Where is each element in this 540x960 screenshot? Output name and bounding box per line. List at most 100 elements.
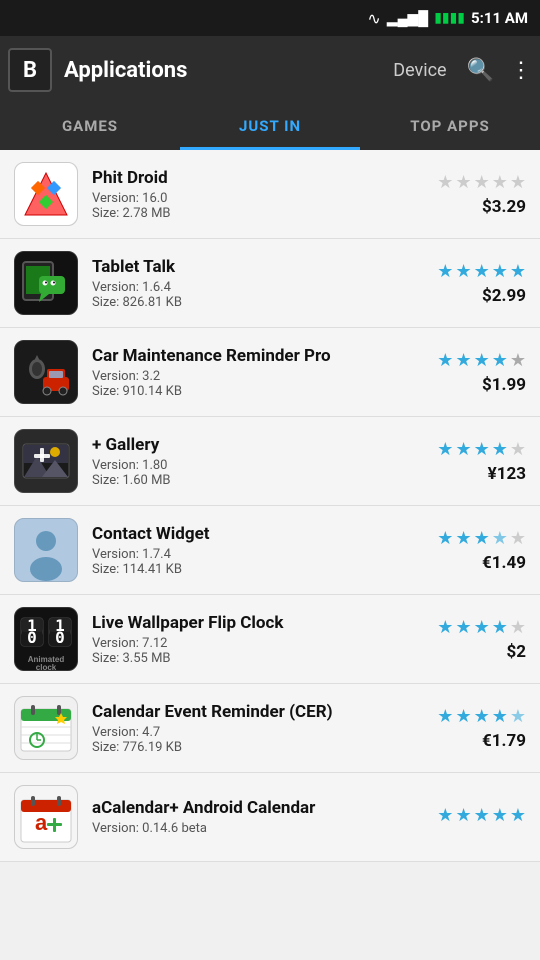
star-1: ★ bbox=[437, 261, 453, 282]
app-price: $1.99 bbox=[482, 375, 526, 395]
contact-widget-svg bbox=[15, 519, 77, 581]
app-info-calendar-event: Calendar Event Reminder (CER) Version: 4… bbox=[92, 702, 416, 755]
list-item[interactable]: + Gallery Version: 1.80 Size: 1.60 MB ★ … bbox=[0, 417, 540, 506]
app-name: Live Wallpaper Flip Clock bbox=[92, 613, 416, 633]
app-info-flip-clock: Live Wallpaper Flip Clock Version: 7.12 … bbox=[92, 613, 416, 666]
list-item[interactable]: Tablet Talk Version: 1.6.4 Size: 826.81 … bbox=[0, 239, 540, 328]
star-2: ★ bbox=[455, 439, 471, 460]
header-device-button[interactable]: Device bbox=[393, 60, 446, 81]
star-5: ★ bbox=[510, 617, 526, 638]
app-info-acalendar: aCalendar+ Android Calendar Version: 0.1… bbox=[92, 798, 416, 836]
list-item[interactable]: Phit Droid Version: 16.0 Size: 2.78 MB ★… bbox=[0, 150, 540, 239]
app-name: Phit Droid bbox=[92, 168, 416, 188]
star-4: ★ bbox=[492, 528, 508, 549]
app-info-phit-droid: Phit Droid Version: 16.0 Size: 2.78 MB bbox=[92, 168, 416, 221]
stars: ★ ★ ★ ★ ★ bbox=[437, 172, 526, 193]
star-4: ★ bbox=[492, 439, 508, 460]
app-name: Contact Widget bbox=[92, 524, 416, 544]
app-version: Version: 1.7.4 bbox=[92, 547, 416, 562]
star-3: ★ bbox=[474, 706, 490, 727]
app-name: Car Maintenance Reminder Pro bbox=[92, 346, 416, 366]
star-4: ★ bbox=[492, 706, 508, 727]
star-4: ★ bbox=[492, 261, 508, 282]
phit-droid-svg bbox=[15, 163, 77, 225]
app-name: Calendar Event Reminder (CER) bbox=[92, 702, 416, 722]
app-header: B Applications Device 🔍 ⋮ bbox=[0, 36, 540, 104]
app-name: Tablet Talk bbox=[92, 257, 416, 277]
star-1: ★ bbox=[437, 439, 453, 460]
car-maintenance-svg bbox=[15, 341, 77, 403]
star-2: ★ bbox=[455, 617, 471, 638]
tab-games[interactable]: GAMES bbox=[0, 104, 180, 150]
app-info-contact-widget: Contact Widget Version: 1.7.4 Size: 114.… bbox=[92, 524, 416, 577]
star-2: ★ bbox=[455, 350, 471, 371]
app-rating-tablet-talk: ★ ★ ★ ★ ★ $2.99 bbox=[416, 261, 526, 306]
app-icon-contact-widget bbox=[14, 518, 78, 582]
gallery-svg bbox=[15, 430, 77, 492]
tab-just-in[interactable]: JUST IN bbox=[180, 104, 360, 150]
app-version: Version: 7.12 bbox=[92, 636, 416, 651]
star-3: ★ bbox=[474, 528, 490, 549]
star-4: ★ bbox=[492, 350, 508, 371]
list-item[interactable]: 1 0 1 0 Animated clock Live Wallpaper Fl… bbox=[0, 595, 540, 684]
app-rating-flip-clock: ★ ★ ★ ★ ★ $2 bbox=[416, 617, 526, 662]
app-icon-tablet-talk bbox=[14, 251, 78, 315]
star-1: ★ bbox=[437, 706, 453, 727]
stars: ★ ★ ★ ★ ★ bbox=[437, 805, 526, 826]
list-item[interactable]: Contact Widget Version: 1.7.4 Size: 114.… bbox=[0, 506, 540, 595]
star-5: ★ bbox=[510, 439, 526, 460]
list-item[interactable]: a aCalendar+ Android Calendar Version: 0… bbox=[0, 773, 540, 862]
stars: ★ ★ ★ ★ ★ bbox=[437, 350, 526, 371]
star-3: ★ bbox=[474, 172, 490, 193]
app-price: €1.49 bbox=[482, 553, 526, 573]
search-icon[interactable]: 🔍 bbox=[467, 58, 494, 83]
star-4: ★ bbox=[492, 805, 508, 826]
star-1: ★ bbox=[437, 528, 453, 549]
app-size: Size: 776.19 KB bbox=[92, 740, 416, 755]
app-rating-phit-droid: ★ ★ ★ ★ ★ $3.29 bbox=[416, 172, 526, 217]
star-2: ★ bbox=[455, 172, 471, 193]
app-icon-flip-clock: 1 0 1 0 Animated clock bbox=[14, 607, 78, 671]
app-info-gallery: + Gallery Version: 1.80 Size: 1.60 MB bbox=[92, 435, 416, 488]
app-name: + Gallery bbox=[92, 435, 416, 455]
stars: ★ ★ ★ ★ ★ bbox=[437, 261, 526, 282]
stars: ★ ★ ★ ★ ★ bbox=[437, 617, 526, 638]
app-rating-contact-widget: ★ ★ ★ ★ ★ €1.49 bbox=[416, 528, 526, 573]
acalendar-svg: a bbox=[15, 786, 77, 848]
list-item[interactable]: Calendar Event Reminder (CER) Version: 4… bbox=[0, 684, 540, 773]
app-info-tablet-talk: Tablet Talk Version: 1.6.4 Size: 826.81 … bbox=[92, 257, 416, 310]
app-name: aCalendar+ Android Calendar bbox=[92, 798, 416, 818]
svg-text:0: 0 bbox=[27, 628, 37, 647]
overflow-menu-icon[interactable]: ⋮ bbox=[510, 58, 532, 83]
app-icon-acalendar: a bbox=[14, 785, 78, 849]
star-2: ★ bbox=[455, 706, 471, 727]
star-1: ★ bbox=[437, 172, 453, 193]
tab-top-apps[interactable]: TOP APPS bbox=[360, 104, 540, 150]
app-price: $3.29 bbox=[482, 197, 526, 217]
app-price: $2.99 bbox=[482, 286, 526, 306]
app-size: Size: 1.60 MB bbox=[92, 473, 416, 488]
star-5: ★ bbox=[510, 805, 526, 826]
star-4: ★ bbox=[492, 172, 508, 193]
app-version: Version: 4.7 bbox=[92, 725, 416, 740]
star-2: ★ bbox=[455, 805, 471, 826]
app-list: Phit Droid Version: 16.0 Size: 2.78 MB ★… bbox=[0, 150, 540, 960]
app-rating-gallery: ★ ★ ★ ★ ★ ¥123 bbox=[416, 439, 526, 484]
star-3: ★ bbox=[474, 350, 490, 371]
app-icon-calendar-event bbox=[14, 696, 78, 760]
svg-text:clock: clock bbox=[36, 663, 57, 670]
list-item[interactable]: Car Maintenance Reminder Pro Version: 3.… bbox=[0, 328, 540, 417]
app-version: Version: 0.14.6 beta bbox=[92, 821, 416, 836]
status-icons: ∿ ▂▄▆█ ▮▮▮▮ 5:11 AM bbox=[367, 9, 528, 28]
star-5: ★ bbox=[510, 172, 526, 193]
app-size: Size: 114.41 KB bbox=[92, 562, 416, 577]
header-actions: 🔍 ⋮ bbox=[467, 58, 532, 83]
app-version: Version: 3.2 bbox=[92, 369, 416, 384]
star-1: ★ bbox=[437, 617, 453, 638]
app-info-car-maintenance: Car Maintenance Reminder Pro Version: 3.… bbox=[92, 346, 416, 399]
stars: ★ ★ ★ ★ ★ bbox=[437, 439, 526, 460]
signal-icon: ▂▄▆█ bbox=[387, 10, 428, 27]
star-5: ★ bbox=[510, 261, 526, 282]
calendar-event-svg bbox=[15, 697, 77, 759]
app-price: €1.79 bbox=[482, 731, 526, 751]
